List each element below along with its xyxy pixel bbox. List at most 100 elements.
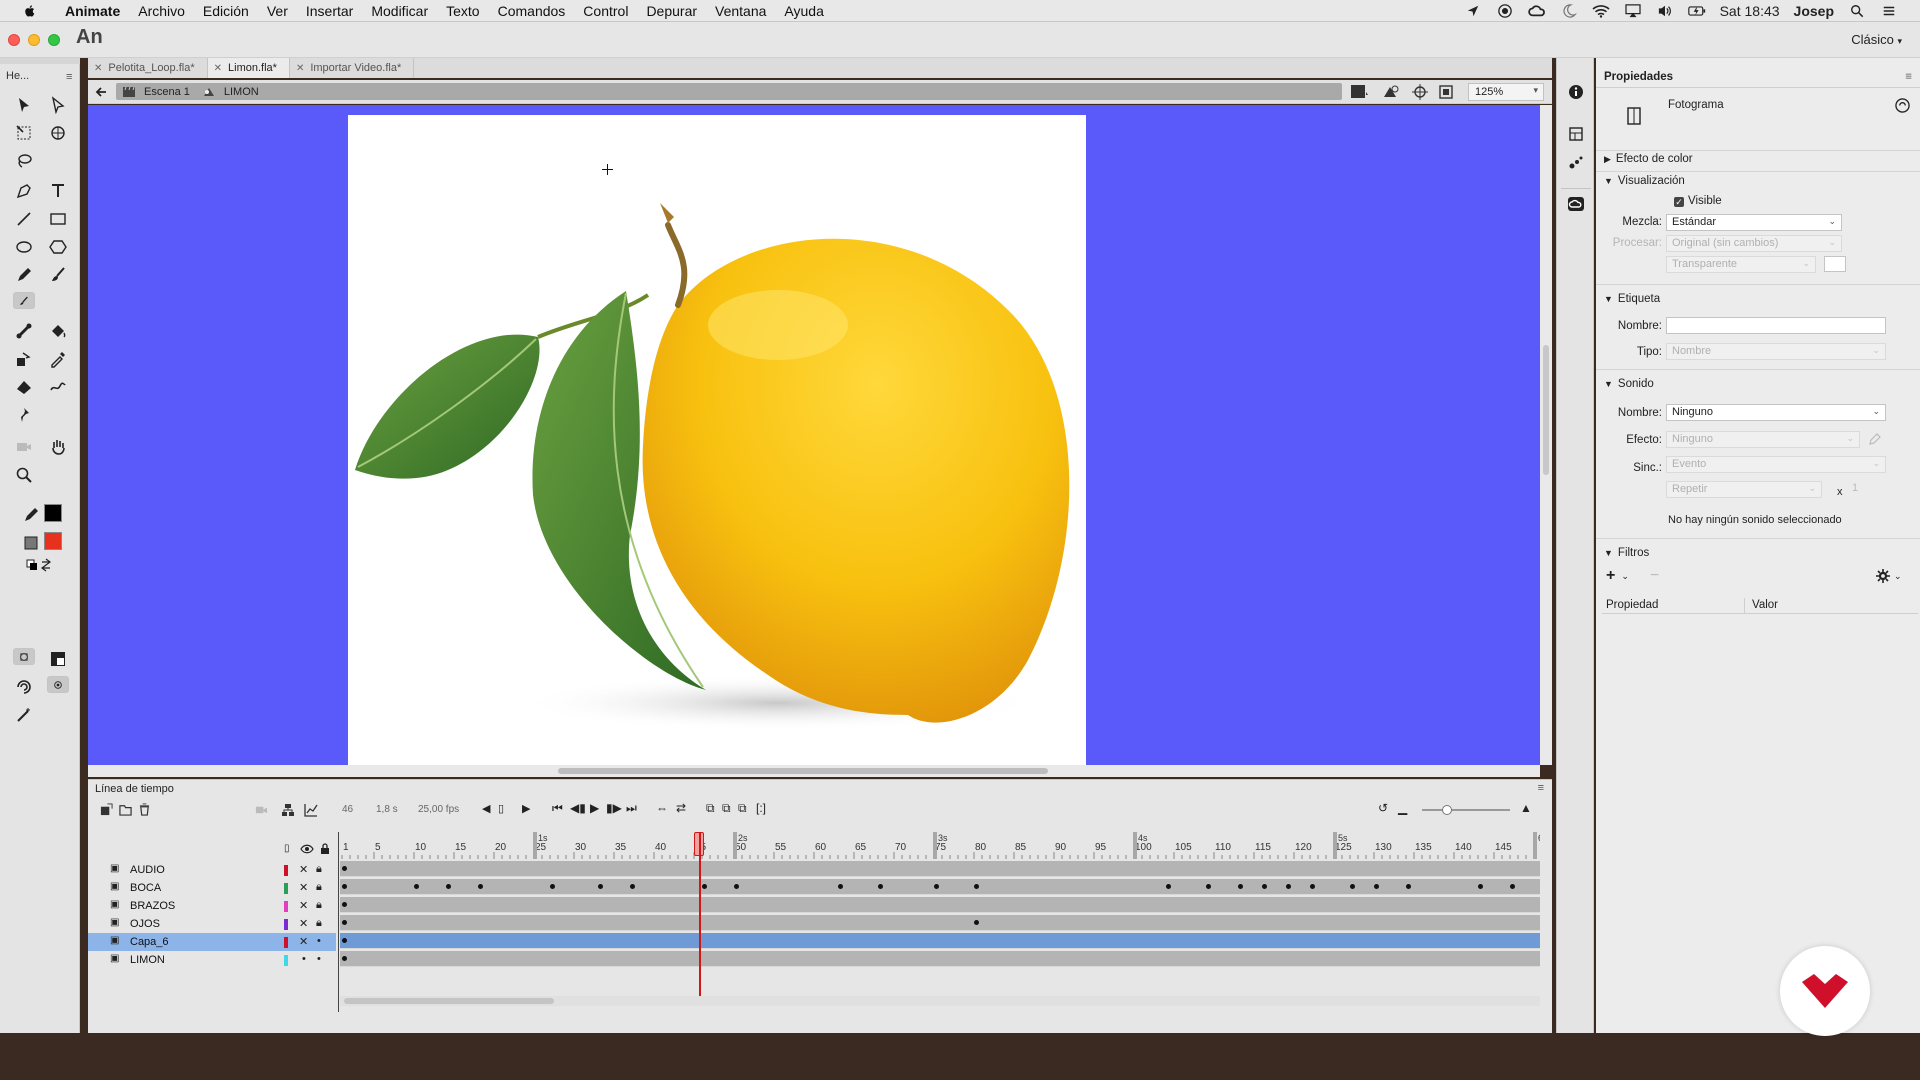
line-tool[interactable] <box>13 208 35 230</box>
layer-outline-color[interactable] <box>284 955 288 966</box>
pencil-tool[interactable] <box>13 264 35 286</box>
layer-outline-color[interactable] <box>284 937 288 948</box>
polystar-tool[interactable] <box>47 236 69 258</box>
menu-ayuda[interactable]: Ayuda <box>775 3 832 19</box>
new-folder-icon[interactable] <box>119 803 132 816</box>
display-section[interactable]: ▼ Visualización <box>1596 175 1920 187</box>
keyframe[interactable] <box>342 902 347 907</box>
visible-checkbox[interactable]: ✓ <box>1674 197 1684 207</box>
clip-content-icon[interactable] <box>1438 84 1454 100</box>
record-icon[interactable] <box>1496 3 1514 18</box>
free-transform-tool[interactable] <box>13 122 35 144</box>
camera-tool[interactable] <box>13 436 35 458</box>
add-filter-button[interactable]: + ⌄ <box>1606 567 1646 585</box>
sound-sync-select[interactable]: Evento ⌄ <box>1666 456 1886 473</box>
go-to-first-frame-icon[interactable]: ⏮ <box>552 801 563 816</box>
frame-row[interactable] <box>340 861 1540 877</box>
moon-icon[interactable] <box>1560 3 1578 18</box>
layer-row[interactable]: ▣ BOCA ✕ 🔒︎ <box>88 879 336 897</box>
wifi-icon[interactable] <box>1592 4 1610 18</box>
keyframe[interactable] <box>1286 884 1291 889</box>
menu-ventana[interactable]: Ventana <box>706 3 775 19</box>
sound-repeat-select[interactable]: Repetir ⌄ <box>1666 481 1822 498</box>
repeat-count[interactable]: 1 <box>1852 482 1858 494</box>
creative-cloud-libraries-icon[interactable] <box>1567 196 1585 212</box>
location-icon[interactable] <box>1464 4 1482 18</box>
layer-outline-color[interactable] <box>284 865 288 876</box>
close-icon[interactable]: ✕ <box>214 63 222 74</box>
doc-tab[interactable]: ✕ Importar Video.fla* <box>290 58 415 78</box>
current-frame[interactable]: 46 <box>342 804 353 815</box>
keyframe[interactable] <box>1406 884 1411 889</box>
edit-pencil-icon[interactable] <box>1868 432 1882 446</box>
creative-cloud-icon[interactable] <box>1527 4 1546 18</box>
width-tool[interactable] <box>47 376 69 398</box>
label-name-input[interactable] <box>1666 317 1886 334</box>
label-type-select[interactable]: Nombre ⌄ <box>1666 343 1886 360</box>
swap-colors-button[interactable] <box>22 554 58 576</box>
zoom-select[interactable]: 125% ▾ <box>1468 83 1544 101</box>
keyframe[interactable] <box>1206 884 1211 889</box>
workspace-switcher[interactable]: Clásico ▾ <box>1851 32 1902 47</box>
help-icon[interactable] <box>1895 98 1910 113</box>
scroll-thumb[interactable] <box>1543 345 1549 475</box>
loop-icon[interactable]: ⇔ <box>656 801 668 815</box>
zoom-tool[interactable] <box>13 464 35 486</box>
keyframe[interactable] <box>1510 884 1515 889</box>
back-arrow-icon[interactable] <box>94 85 108 99</box>
frame-ruler[interactable]: 1510152025303540455055606570758085909510… <box>340 832 1540 860</box>
layer-outline-color[interactable] <box>284 919 288 930</box>
render-select[interactable]: Original (sin cambios) ⌄ <box>1666 235 1842 252</box>
pen-tool[interactable] <box>13 180 35 202</box>
3d-rotation-tool[interactable] <box>47 122 69 144</box>
keyframe[interactable] <box>446 884 451 889</box>
canvas-horizontal-scrollbar[interactable] <box>88 765 1540 777</box>
layer-name[interactable]: Capa_6 <box>130 936 169 948</box>
lock-icon[interactable]: 🔒︎ <box>316 863 322 876</box>
layer-parenting-icon[interactable] <box>281 803 295 817</box>
keyframe[interactable] <box>974 884 979 889</box>
smoothing-option[interactable] <box>13 676 35 698</box>
filter-options-button[interactable]: ⌄ <box>1876 567 1912 585</box>
bone-tool[interactable] <box>13 320 35 342</box>
sound-section[interactable]: ▼ Sonido <box>1596 378 1920 390</box>
menu-texto[interactable]: Texto <box>437 3 488 19</box>
notification-center-icon[interactable] <box>1880 4 1898 18</box>
layer-name[interactable]: OJOS <box>130 918 160 930</box>
canvas-vertical-scrollbar[interactable] <box>1540 105 1552 765</box>
edit-multiple-frames-icon[interactable]: ⧉ <box>738 801 747 816</box>
hidden-x-icon[interactable]: ✕ <box>299 917 308 930</box>
lock-icon[interactable]: 🔒︎ <box>316 917 322 930</box>
zoom-out-timeline-icon[interactable]: ▁ <box>1398 801 1407 815</box>
keyframe[interactable] <box>1478 884 1483 889</box>
label-section[interactable]: ▼ Etiqueta <box>1596 293 1920 305</box>
keyframe[interactable] <box>342 884 347 889</box>
visible-dot-icon[interactable]: • <box>317 935 321 947</box>
step-forward-one-frame-icon[interactable]: ▮▶ <box>606 801 622 815</box>
color-effect-section[interactable]: ▶ Efecto de color <box>1596 153 1920 165</box>
col-property[interactable]: Propiedad <box>1606 599 1658 611</box>
reset-timeline-scale-icon[interactable]: ↺ <box>1378 801 1388 815</box>
close-icon[interactable]: ✕ <box>94 63 102 74</box>
frame-row[interactable] <box>340 897 1540 913</box>
scroll-thumb[interactable] <box>558 768 1048 774</box>
menu-comandos[interactable]: Comandos <box>489 3 575 19</box>
layer-row[interactable]: ▣ AUDIO ✕ 🔒︎ <box>88 861 336 879</box>
stroke-color-swatch[interactable] <box>44 504 62 522</box>
sound-effect-select[interactable]: Ninguno ⌄ <box>1666 431 1860 448</box>
layer-row[interactable]: ▣ Capa_6 ✕ • <box>88 933 336 951</box>
center-frame-icon[interactable]: ▯ <box>498 802 504 815</box>
info-icon[interactable] <box>1568 84 1584 100</box>
hand-tool[interactable] <box>47 436 69 458</box>
menu-app-name[interactable]: Animate <box>56 3 129 19</box>
lock-icon[interactable]: 🔒︎ <box>316 881 322 894</box>
frame-row[interactable] <box>340 951 1540 967</box>
graph-icon[interactable] <box>304 803 318 817</box>
playhead[interactable] <box>699 832 701 996</box>
lemon-artwork[interactable] <box>348 115 1086 765</box>
user-name[interactable]: Josep <box>1794 3 1834 19</box>
frame-rate[interactable]: 25,00 fps <box>418 804 459 815</box>
brush-tool[interactable] <box>13 292 35 309</box>
airplay-icon[interactable] <box>1624 3 1642 18</box>
keyframe[interactable] <box>342 938 347 943</box>
